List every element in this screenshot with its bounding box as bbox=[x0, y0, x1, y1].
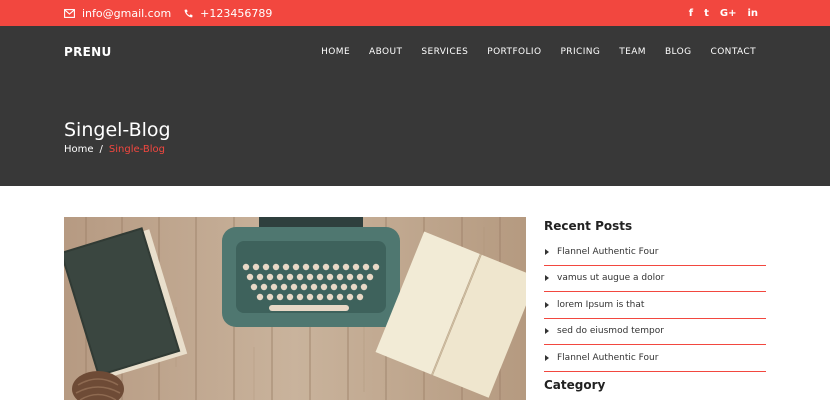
top-bar: info@gmail.com +123456789 f t G+ in bbox=[0, 0, 830, 26]
breadcrumb: Home / Single-Blog bbox=[64, 144, 165, 155]
caret-right-icon bbox=[545, 301, 549, 308]
blog-featured-image bbox=[64, 217, 526, 400]
page-title: Singel-Blog bbox=[64, 119, 171, 141]
linkedin-icon[interactable]: in bbox=[747, 8, 758, 19]
phone-text: +123456789 bbox=[200, 6, 273, 20]
main-nav: HOME ABOUT SERVICES PORTFOLIO PRICING TE… bbox=[321, 47, 756, 57]
recent-post-link[interactable]: Flannel Authentic Four bbox=[557, 353, 658, 363]
nav-pricing[interactable]: PRICING bbox=[560, 47, 600, 57]
caret-right-icon bbox=[545, 354, 549, 361]
breadcrumb-current: Single-Blog bbox=[108, 144, 166, 155]
nav-home[interactable]: HOME bbox=[321, 47, 350, 57]
recent-post-link[interactable]: sed do eiusmod tempor bbox=[557, 326, 664, 336]
recent-post-link[interactable]: Flannel Authentic Four bbox=[557, 247, 658, 257]
recent-posts-list: Flannel Authentic Four vamus ut augue a … bbox=[544, 239, 766, 372]
recent-post-item[interactable]: sed do eiusmod tempor bbox=[544, 319, 766, 345]
nav-team[interactable]: TEAM bbox=[619, 47, 646, 57]
recent-posts-title: Recent Posts bbox=[544, 219, 633, 233]
phone-icon bbox=[184, 9, 193, 17]
recent-post-link[interactable]: vamus ut augue a dolor bbox=[557, 273, 664, 283]
sidebar: Recent Posts Flannel Authentic Four vamu… bbox=[544, 219, 766, 372]
nav-blog[interactable]: BLOG bbox=[665, 47, 692, 57]
facebook-icon[interactable]: f bbox=[689, 8, 693, 19]
recent-post-link[interactable]: lorem Ipsum is that bbox=[557, 300, 644, 310]
contact-info: info@gmail.com +123456789 bbox=[64, 0, 285, 26]
google-plus-icon[interactable]: G+ bbox=[720, 8, 737, 19]
nav-about[interactable]: ABOUT bbox=[369, 47, 402, 57]
breadcrumb-home[interactable]: Home bbox=[64, 144, 94, 155]
nav-contact[interactable]: CONTACT bbox=[711, 47, 756, 57]
brand-logo[interactable]: PRENU bbox=[64, 45, 112, 59]
nav-services[interactable]: SERVICES bbox=[421, 47, 468, 57]
breadcrumb-separator: / bbox=[99, 144, 103, 155]
recent-post-item[interactable]: vamus ut augue a dolor bbox=[544, 266, 766, 292]
nav-portfolio[interactable]: PORTFOLIO bbox=[487, 47, 541, 57]
twitter-icon[interactable]: t bbox=[704, 8, 709, 19]
phone-contact[interactable]: +123456789 bbox=[184, 7, 272, 20]
caret-right-icon bbox=[545, 275, 549, 282]
email-contact[interactable]: info@gmail.com bbox=[64, 7, 171, 20]
typewriter-desk-photo bbox=[64, 217, 526, 400]
recent-post-item[interactable]: lorem Ipsum is that bbox=[544, 292, 766, 319]
email-text: info@gmail.com bbox=[82, 6, 172, 20]
page-header: PRENU HOME ABOUT SERVICES PORTFOLIO PRIC… bbox=[0, 26, 830, 186]
envelope-icon bbox=[64, 8, 75, 18]
social-links: f t G+ in bbox=[689, 0, 758, 26]
caret-right-icon bbox=[545, 328, 549, 335]
recent-post-item[interactable]: Flannel Authentic Four bbox=[544, 345, 766, 372]
recent-post-item[interactable]: Flannel Authentic Four bbox=[544, 239, 766, 266]
category-title: Category bbox=[544, 378, 606, 392]
caret-right-icon bbox=[545, 248, 549, 255]
